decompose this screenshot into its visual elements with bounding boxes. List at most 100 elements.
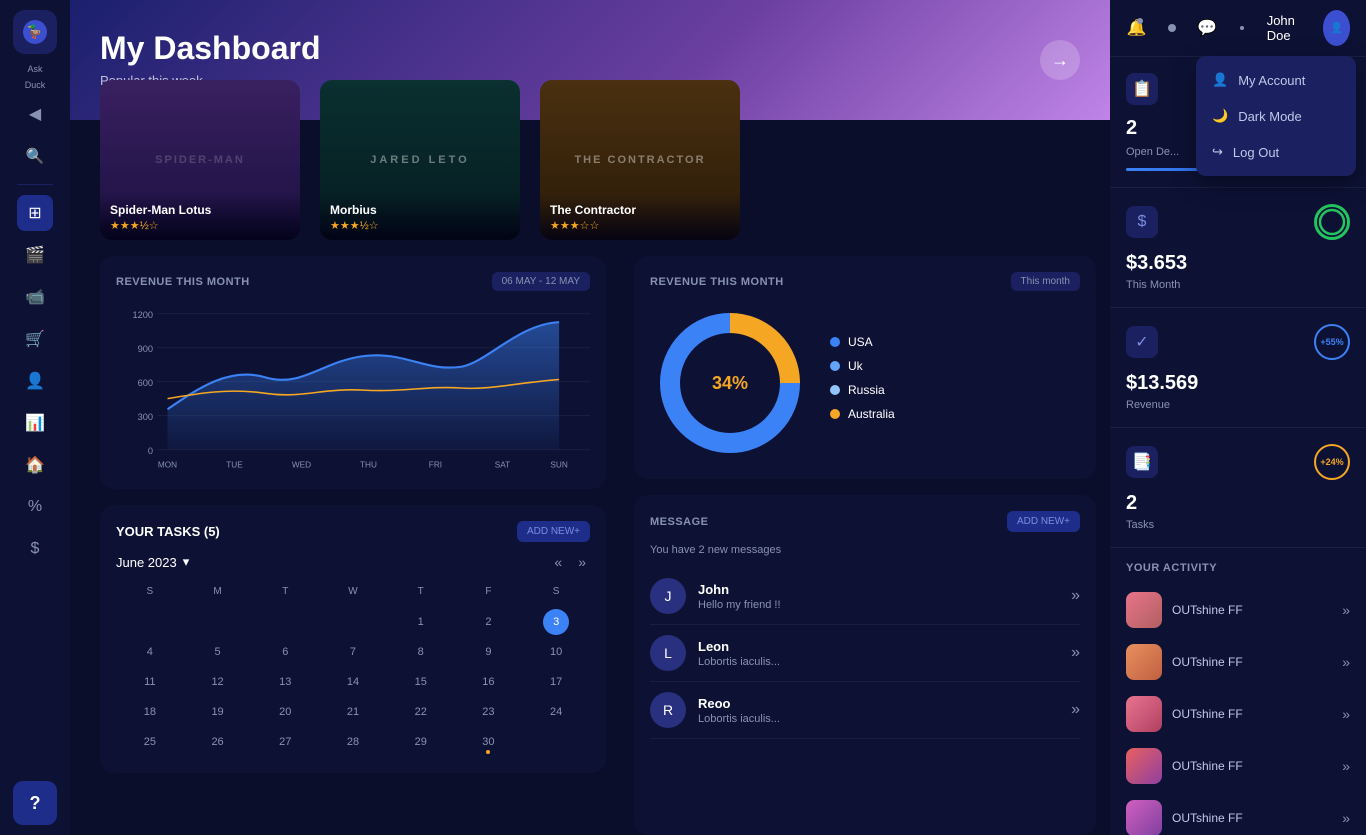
legend-uk: Uk bbox=[830, 359, 1080, 373]
cal-day-22[interactable]: 22 bbox=[408, 699, 434, 725]
cal-day-5[interactable]: 5 bbox=[205, 639, 231, 665]
sidebar-search-btn[interactable]: 🔍 bbox=[17, 138, 53, 174]
cal-day-2[interactable]: 2 bbox=[475, 609, 501, 635]
main-content: My Dashboard Popular this week → SPIDER-… bbox=[70, 0, 1110, 835]
sidebar-item-analytics[interactable]: 📊 bbox=[17, 405, 53, 441]
cal-day-11[interactable]: 11 bbox=[137, 669, 163, 695]
message-item-1[interactable]: L Leon Lobortis iaculis... » bbox=[650, 625, 1080, 682]
movie-card-1[interactable]: JARED LETO Morbius ★★★½☆ bbox=[320, 80, 520, 240]
activity-arrow-1[interactable]: » bbox=[1342, 654, 1350, 670]
sidebar-item-finance[interactable]: $ bbox=[17, 531, 53, 567]
dropdown-dark-mode[interactable]: 🌙 Dark Mode bbox=[1196, 98, 1356, 134]
cal-week-3: 11 12 13 14 15 16 17 bbox=[116, 667, 590, 697]
cal-day-21[interactable]: 21 bbox=[340, 699, 366, 725]
sidebar-item-movies[interactable]: 🎬 bbox=[17, 237, 53, 273]
activity-item-3[interactable]: OUTshine FF » bbox=[1126, 740, 1350, 792]
movie-card-0[interactable]: SPIDER-MAN Spider-Man Lotus ★★★½☆ bbox=[100, 80, 300, 240]
cal-day-16[interactable]: 16 bbox=[475, 669, 501, 695]
stat-value-revenue-month: $3.653 bbox=[1126, 252, 1350, 275]
hero-next-arrow[interactable]: → bbox=[1040, 40, 1080, 80]
activity-arrow-4[interactable]: » bbox=[1342, 810, 1350, 826]
cal-day-23[interactable]: 23 bbox=[475, 699, 501, 725]
cal-day-18[interactable]: 18 bbox=[137, 699, 163, 725]
cal-head-wed: W bbox=[319, 582, 387, 601]
cal-day-6[interactable]: 6 bbox=[272, 639, 298, 665]
activity-item-4[interactable]: OUTshine FF » bbox=[1126, 792, 1350, 835]
cal-day-20[interactable]: 20 bbox=[272, 699, 298, 725]
cal-day-14[interactable]: 14 bbox=[340, 669, 366, 695]
message-item-2[interactable]: R Reoo Lobortis iaculis... » bbox=[650, 682, 1080, 739]
activity-item-0[interactable]: OUTshine FF » bbox=[1126, 584, 1350, 636]
cal-day-8[interactable]: 8 bbox=[408, 639, 434, 665]
stat-card-tasks: 📑 +24% 2 Tasks bbox=[1110, 428, 1366, 548]
cal-day-27[interactable]: 27 bbox=[272, 729, 298, 755]
cal-day-17[interactable]: 17 bbox=[543, 669, 569, 695]
sidebar-ask-label: Ask bbox=[27, 64, 42, 74]
cal-head-sat: S bbox=[522, 582, 590, 601]
cal-day-4[interactable]: 4 bbox=[137, 639, 163, 665]
activity-arrow-2[interactable]: » bbox=[1342, 706, 1350, 722]
cal-day-24[interactable]: 24 bbox=[543, 699, 569, 725]
movie-card-2[interactable]: THE CONTRACTOR The Contractor ★★★☆☆ bbox=[540, 80, 740, 240]
msg-arrow-0[interactable]: » bbox=[1071, 587, 1080, 605]
cal-day-10[interactable]: 10 bbox=[543, 639, 569, 665]
activity-thumb-2 bbox=[1126, 696, 1162, 732]
msg-text-2: Lobortis iaculis... bbox=[698, 713, 1059, 725]
sidebar-item-shop[interactable]: 🛒 bbox=[17, 321, 53, 357]
cal-day-25[interactable]: 25 bbox=[137, 729, 163, 755]
chart-date-badge: 06 MAY - 12 MAY bbox=[492, 272, 590, 291]
right-panel: REVENUE THIS MONTH This month 3 bbox=[620, 256, 1110, 835]
msg-name-0: John bbox=[698, 582, 1059, 597]
cal-day-28[interactable]: 28 bbox=[340, 729, 366, 755]
stat-badge-tasks: +24% bbox=[1314, 444, 1350, 480]
calendar-month-selector[interactable]: June 2023 ▾ bbox=[116, 554, 189, 570]
sidebar-item-dashboard[interactable]: ⊞ bbox=[17, 195, 53, 231]
user-avatar[interactable]: 👤 bbox=[1323, 10, 1350, 46]
legend-dot-usa bbox=[830, 337, 840, 347]
sidebar-collapse-btn[interactable]: ◀ bbox=[17, 96, 53, 132]
svg-text:0: 0 bbox=[148, 445, 153, 456]
messages-add-new-button[interactable]: ADD NEW+ bbox=[1007, 511, 1080, 532]
cal-day-9[interactable]: 9 bbox=[475, 639, 501, 665]
cal-day-19[interactable]: 19 bbox=[205, 699, 231, 725]
calendar-next-btn[interactable]: » bbox=[574, 552, 590, 572]
svg-text:TUE: TUE bbox=[226, 460, 243, 470]
cal-day-13[interactable]: 13 bbox=[272, 669, 298, 695]
activity-item-2[interactable]: OUTshine FF » bbox=[1126, 688, 1350, 740]
msg-arrow-2[interactable]: » bbox=[1071, 701, 1080, 719]
activity-arrow-3[interactable]: » bbox=[1342, 758, 1350, 774]
sidebar-item-percent[interactable]: % bbox=[17, 489, 53, 525]
cal-day-29[interactable]: 29 bbox=[408, 729, 434, 755]
msg-text-1: Lobortis iaculis... bbox=[698, 656, 1059, 668]
messages-header: MESSAGE ADD NEW+ bbox=[650, 511, 1080, 532]
activity-thumb-0 bbox=[1126, 592, 1162, 628]
msg-arrow-1[interactable]: » bbox=[1071, 644, 1080, 662]
chat-icon[interactable]: 💬 bbox=[1196, 14, 1217, 42]
stat-value-total-revenue: $13.569 bbox=[1126, 372, 1350, 395]
message-item-0[interactable]: J John Hello my friend !! » bbox=[650, 568, 1080, 625]
cal-day-7[interactable]: 7 bbox=[340, 639, 366, 665]
cal-day-1[interactable]: 1 bbox=[408, 609, 434, 635]
dropdown-log-out[interactable]: ↪ Log Out bbox=[1196, 134, 1356, 170]
movie-title-1: Morbius bbox=[330, 203, 510, 217]
help-button[interactable]: ? bbox=[13, 781, 57, 825]
activity-item-1[interactable]: OUTshine FF » bbox=[1126, 636, 1350, 688]
sidebar-item-video[interactable]: 📹 bbox=[17, 279, 53, 315]
activity-arrow-0[interactable]: » bbox=[1342, 602, 1350, 618]
tasks-add-new-button[interactable]: ADD NEW+ bbox=[517, 521, 590, 542]
cal-day-15[interactable]: 15 bbox=[408, 669, 434, 695]
cal-day-26[interactable]: 26 bbox=[205, 729, 231, 755]
calendar-prev-btn[interactable]: « bbox=[550, 552, 566, 572]
svg-text:THU: THU bbox=[360, 460, 377, 470]
status-dot bbox=[1161, 14, 1182, 42]
cal-day-3[interactable]: 3 bbox=[543, 609, 569, 635]
log-out-label: Log Out bbox=[1233, 145, 1279, 160]
dropdown-my-account[interactable]: 👤 My Account bbox=[1196, 62, 1356, 98]
svg-text:MON: MON bbox=[158, 460, 177, 470]
cal-day-30[interactable]: 30 bbox=[475, 729, 501, 755]
notification-bell-icon[interactable]: 🔔 bbox=[1126, 14, 1147, 42]
sidebar-item-user[interactable]: 👤 bbox=[17, 363, 53, 399]
sidebar: 🦆 Ask Duck ◀ 🔍 ⊞ 🎬 📹 🛒 👤 📊 🏠 % $ ? bbox=[0, 0, 70, 835]
cal-day-12[interactable]: 12 bbox=[205, 669, 231, 695]
sidebar-item-home[interactable]: 🏠 bbox=[17, 447, 53, 483]
